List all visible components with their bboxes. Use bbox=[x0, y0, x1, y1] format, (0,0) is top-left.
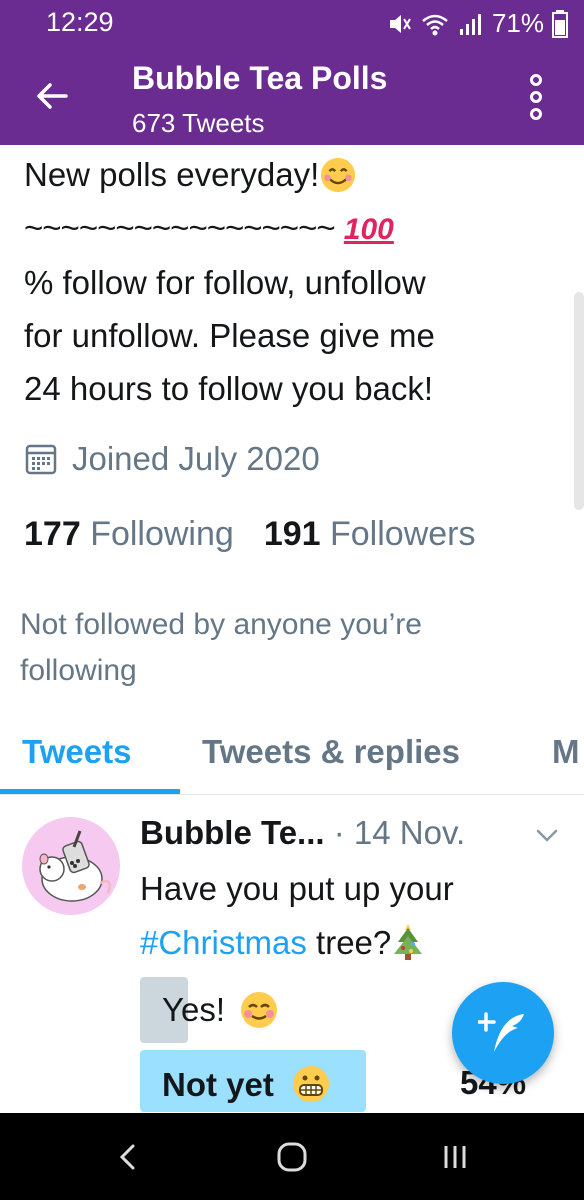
tab-media[interactable]: M bbox=[552, 733, 580, 771]
scrollbar[interactable] bbox=[574, 292, 584, 510]
mute-icon bbox=[389, 14, 411, 33]
bio-line: % follow for follow, unfollow bbox=[24, 264, 426, 301]
following-link[interactable]: 177 Following bbox=[24, 515, 234, 553]
bio-line: 24 hours to follow you back! bbox=[24, 370, 434, 407]
battery-icon bbox=[552, 9, 568, 38]
follow-stats: 177 Following 191 Followers bbox=[24, 515, 475, 554]
poll-option-label: Not yet bbox=[162, 1066, 274, 1103]
following-label: Following bbox=[90, 515, 234, 553]
smiling-face-emoji-icon bbox=[321, 157, 356, 193]
active-tab-indicator bbox=[0, 789, 180, 794]
hashtag-link[interactable]: #Christmas bbox=[140, 924, 307, 961]
followers-link[interactable]: 191 Followers bbox=[264, 515, 476, 553]
compose-tweet-icon bbox=[478, 1012, 524, 1052]
poll-option-label: Yes! bbox=[162, 991, 226, 1028]
home-nav-icon[interactable] bbox=[276, 1141, 308, 1173]
wifi-icon bbox=[422, 14, 448, 35]
back-arrow-icon[interactable] bbox=[34, 78, 70, 114]
tweet-text-line: tree? bbox=[306, 924, 392, 961]
avatar-illustration-icon bbox=[39, 830, 111, 902]
chevron-down-icon[interactable] bbox=[534, 826, 560, 846]
tweet-count: 673 Tweets bbox=[132, 108, 265, 138]
joined-text: Joined July 2020 bbox=[72, 440, 320, 477]
following-count: 177 bbox=[24, 515, 81, 553]
profile-title: Bubble Tea Polls bbox=[132, 60, 388, 96]
bio-tildes: ~~~~~~~~~~~~~~~~~ bbox=[24, 209, 336, 246]
not-followed-notice: Not followed by anyone you’re following bbox=[20, 608, 422, 687]
recents-nav-icon[interactable] bbox=[442, 1143, 468, 1171]
more-vertical-icon[interactable] bbox=[526, 74, 546, 120]
profile-header: Bubble Tea Polls 673 Tweets bbox=[0, 44, 584, 145]
hundred-points-emoji-icon: 100 bbox=[343, 213, 394, 246]
profile-tabs: Tweets Tweets & replies M bbox=[0, 715, 584, 795]
system-icons: 71% bbox=[386, 8, 568, 39]
profile-bio: New polls everyday! ~~~~~~~~~~~~~~~~~ 10… bbox=[24, 148, 554, 415]
smiling-face-emoji-icon bbox=[241, 992, 278, 1028]
system-nav-bar bbox=[0, 1113, 584, 1200]
battery-percent: 71% bbox=[491, 8, 544, 38]
poll-option: Yes! bbox=[140, 977, 279, 1043]
avatar[interactable] bbox=[22, 817, 120, 915]
followers-count: 191 bbox=[263, 515, 321, 553]
signal-icon bbox=[459, 13, 481, 35]
tweet-separator: · bbox=[324, 814, 354, 851]
tab-tweets-replies[interactable]: Tweets & replies bbox=[202, 733, 460, 771]
joined-date: Joined July 2020 bbox=[24, 440, 320, 478]
back-nav-icon[interactable] bbox=[116, 1143, 140, 1171]
christmas-tree-emoji-icon bbox=[394, 924, 423, 960]
tweet-date: 14 Nov. bbox=[353, 814, 466, 851]
calendar-icon bbox=[25, 444, 57, 475]
bio-line: New polls everyday! bbox=[24, 156, 320, 193]
tab-tweets[interactable]: Tweets bbox=[22, 733, 131, 771]
tweet-author[interactable]: Bubble Te... bbox=[140, 814, 325, 851]
status-bar: 12:29 71% bbox=[0, 0, 584, 44]
followers-label: Followers bbox=[330, 515, 476, 553]
tweet-header: Bubble Te... · 14 Nov. bbox=[140, 814, 465, 852]
status-time: 12:29 bbox=[46, 7, 114, 37]
compose-tweet-button[interactable] bbox=[452, 982, 554, 1084]
poll-option-winner: Not yet bbox=[140, 1050, 366, 1112]
bio-line: for unfollow. Please give me bbox=[24, 317, 435, 354]
grimacing-face-emoji-icon bbox=[293, 1066, 330, 1102]
tweet-text: Have you put up your #Christmas tree? bbox=[140, 862, 540, 970]
tweet-text-line: Have you put up your bbox=[140, 870, 454, 907]
